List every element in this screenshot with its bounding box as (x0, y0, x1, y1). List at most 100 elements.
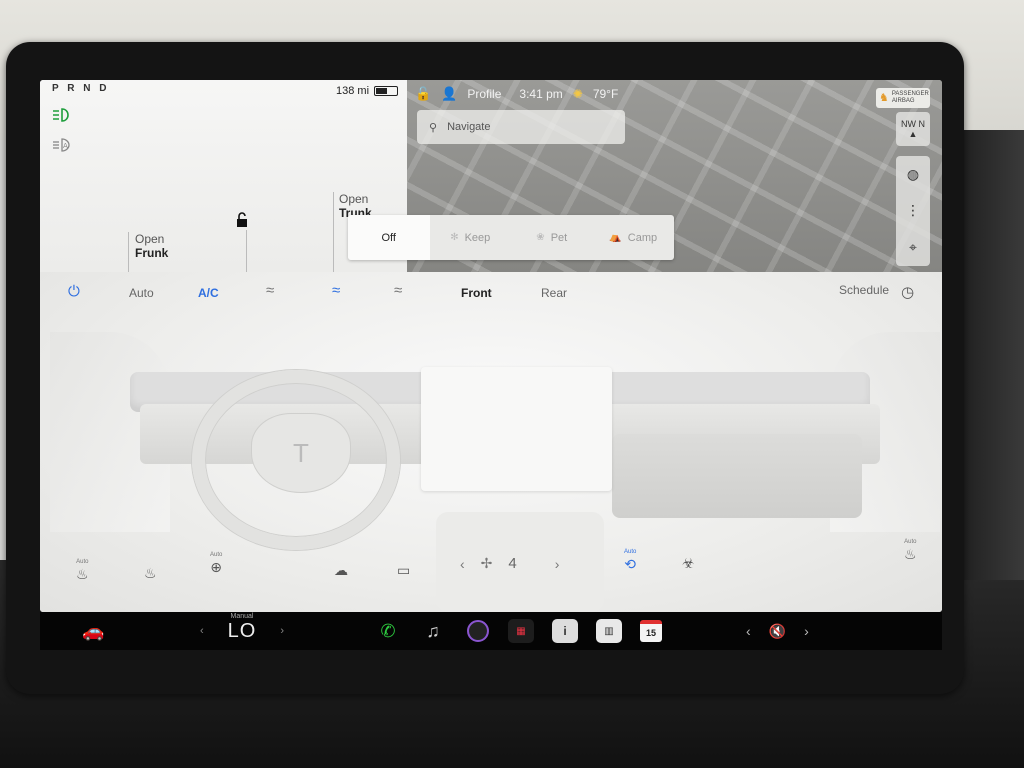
keep-option-off[interactable]: Off (348, 215, 430, 260)
bottom-dock: 🚗 ‹ Manual LO › ✆ ♫ ▦ i ▥ 15 ‹ 🔇 › (40, 612, 942, 650)
schedule-button[interactable]: Schedule (839, 283, 889, 297)
search-icon: ⚲ (429, 121, 438, 134)
right-seat-heater[interactable]: Auto ♨ (904, 539, 917, 563)
temp-display[interactable]: Manual LO (227, 613, 257, 643)
fan-speed-value: 4 (508, 555, 517, 572)
left-seat-heater[interactable]: Auto ♨ (76, 559, 89, 583)
temp-increase-button[interactable]: › (280, 625, 284, 637)
keep-camp-label: Camp (627, 231, 658, 244)
car-controls-button[interactable]: 🚗 (82, 612, 104, 650)
wiper-defrost-label: Auto (210, 552, 223, 558)
status-bar: 🔓 👤 Profile 3:41 pm ✺ 79°F (415, 86, 618, 102)
touchscreen: P R N D 138 mi A Open Frunk Open Trunk 🔓… (40, 80, 942, 612)
climate-keep-selector: Off ✻ Keep ❀ Pet ⛺ Camp (348, 215, 674, 260)
rear-defrost-icon-button[interactable]: ▭ (397, 562, 410, 579)
calendar-icon: 15 (640, 620, 662, 642)
front-defrost-icon: ☁ (334, 562, 348, 578)
frunk-line2: Frunk (135, 246, 169, 260)
keep-option-keep[interactable]: ✻ Keep (430, 215, 512, 260)
rear-defrost-icon: ▭ (397, 562, 411, 578)
compass-heading: NW N (901, 119, 925, 129)
volume-down-button[interactable]: ‹ (746, 623, 751, 639)
keep-option-camp[interactable]: ⛺ Camp (593, 215, 675, 260)
battery-icon (374, 86, 399, 96)
volume-control: ‹ 🔇 › (746, 612, 809, 650)
glovebox (612, 434, 862, 518)
lock-status-icon[interactable]: 🔓 (415, 86, 431, 102)
steering-hub-logo-icon: T (252, 414, 350, 492)
fan-speed-control: ‹ ✢ 4 › (460, 555, 559, 572)
trunk-line1: Open (339, 192, 369, 206)
clock-icon[interactable]: ◷ (901, 283, 914, 301)
rear-defrost-button[interactable]: Rear (541, 286, 567, 300)
wiper-defrost-button[interactable]: Auto ⊕ (210, 552, 222, 576)
airbag-seat-icon: ♞ (879, 91, 889, 104)
wheel-heat-icon: ⊕ (210, 559, 223, 575)
unlock-icon[interactable] (234, 212, 250, 231)
charging-app[interactable]: ▥ (596, 612, 622, 650)
auto-button[interactable]: Auto (129, 286, 154, 300)
vent-feet-icon[interactable]: ≈ (394, 282, 402, 299)
temp-value: LO (227, 619, 257, 642)
steering-heat-button[interactable]: ♨ (144, 565, 157, 582)
left-seat-heater-label: Auto (76, 559, 89, 565)
info-manual-icon: i (552, 619, 578, 643)
profile-icon[interactable]: 👤 (441, 86, 457, 102)
range-indicator: 138 mi (336, 85, 399, 97)
tent-icon: ⛺ (609, 232, 622, 243)
compass-arrow-icon: ▲ (908, 129, 918, 139)
arcade-icon: ▦ (508, 619, 534, 643)
recirculate-button[interactable]: Auto ⟲ (624, 549, 636, 573)
camera-app[interactable] (467, 612, 489, 650)
front-defrost-icon-button[interactable]: ☁ (334, 562, 348, 579)
auto-headlight-icon[interactable]: A (52, 138, 76, 152)
navigate-search[interactable]: ⚲ Navigate (417, 110, 625, 144)
headlight-icon[interactable] (52, 108, 76, 122)
compass-button[interactable]: NW N ▲ (896, 112, 930, 146)
calendar-app[interactable]: 15 (640, 612, 662, 650)
fan-increase-button[interactable]: › (555, 556, 560, 572)
bioweapon-mode-button[interactable]: ☣ (682, 555, 695, 572)
clock-time: 3:41 pm (519, 87, 563, 101)
power-icon[interactable]: ⏻ (68, 283, 80, 300)
fan-decrease-button[interactable]: ‹ (460, 556, 465, 572)
volume-up-button[interactable]: › (804, 623, 809, 639)
globe-icon[interactable]: ◍ (907, 166, 919, 183)
keep-off-label: Off (381, 231, 396, 244)
profile-label[interactable]: Profile (467, 87, 501, 101)
keep-pet-label: Pet (550, 231, 568, 244)
traffic-icon[interactable]: ⋮ (906, 202, 920, 219)
right-seat-heater-label: Auto (904, 539, 917, 545)
frunk-divider (246, 230, 247, 272)
mute-speaker-icon[interactable]: 🔇 (769, 623, 786, 640)
vent-face-icon[interactable]: ≈ (266, 282, 274, 299)
paw-icon: ❀ (536, 232, 545, 243)
fan-icon: ✢ (480, 555, 493, 571)
front-defrost-button[interactable]: Front (461, 286, 492, 300)
frunk-line1: Open (135, 232, 165, 246)
music-app[interactable]: ♫ (420, 612, 446, 650)
climate-panel: T ⏻ Auto A/C ≈ ≈ ≈ Front Rear Schedule ◷… (40, 272, 942, 612)
steering-heat-icon: ♨ (144, 565, 157, 581)
right-trim (960, 130, 1024, 580)
charging-icon: ▥ (596, 619, 622, 643)
temp-decrease-button[interactable]: ‹ (200, 625, 204, 637)
keep-option-pet[interactable]: ❀ Pet (511, 215, 593, 260)
ac-button[interactable]: A/C (198, 286, 219, 300)
vent-split-icon[interactable]: ≈ (332, 282, 340, 299)
arcade-app[interactable]: ▦ (508, 612, 534, 650)
music-note-icon: ♫ (426, 620, 440, 641)
manual-app[interactable]: i (552, 612, 578, 650)
battery-fill (376, 88, 388, 94)
biohazard-icon: ☣ (682, 555, 695, 571)
location-pin-icon[interactable]: ⌖ (909, 239, 917, 256)
seat-heat-icon: ♨ (76, 566, 89, 582)
map-controls: ◍ ⋮ ⌖ (896, 156, 930, 266)
driver-temp-control: ‹ Manual LO › (200, 612, 284, 650)
airbag-line2: AIRBAG (891, 98, 915, 104)
keep-keep-label: Keep (464, 231, 491, 244)
temp-mode-label: Manual (230, 612, 254, 620)
phone-app[interactable]: ✆ (375, 612, 401, 650)
phone-icon: ✆ (380, 620, 396, 641)
navigate-placeholder: Navigate (447, 121, 491, 133)
